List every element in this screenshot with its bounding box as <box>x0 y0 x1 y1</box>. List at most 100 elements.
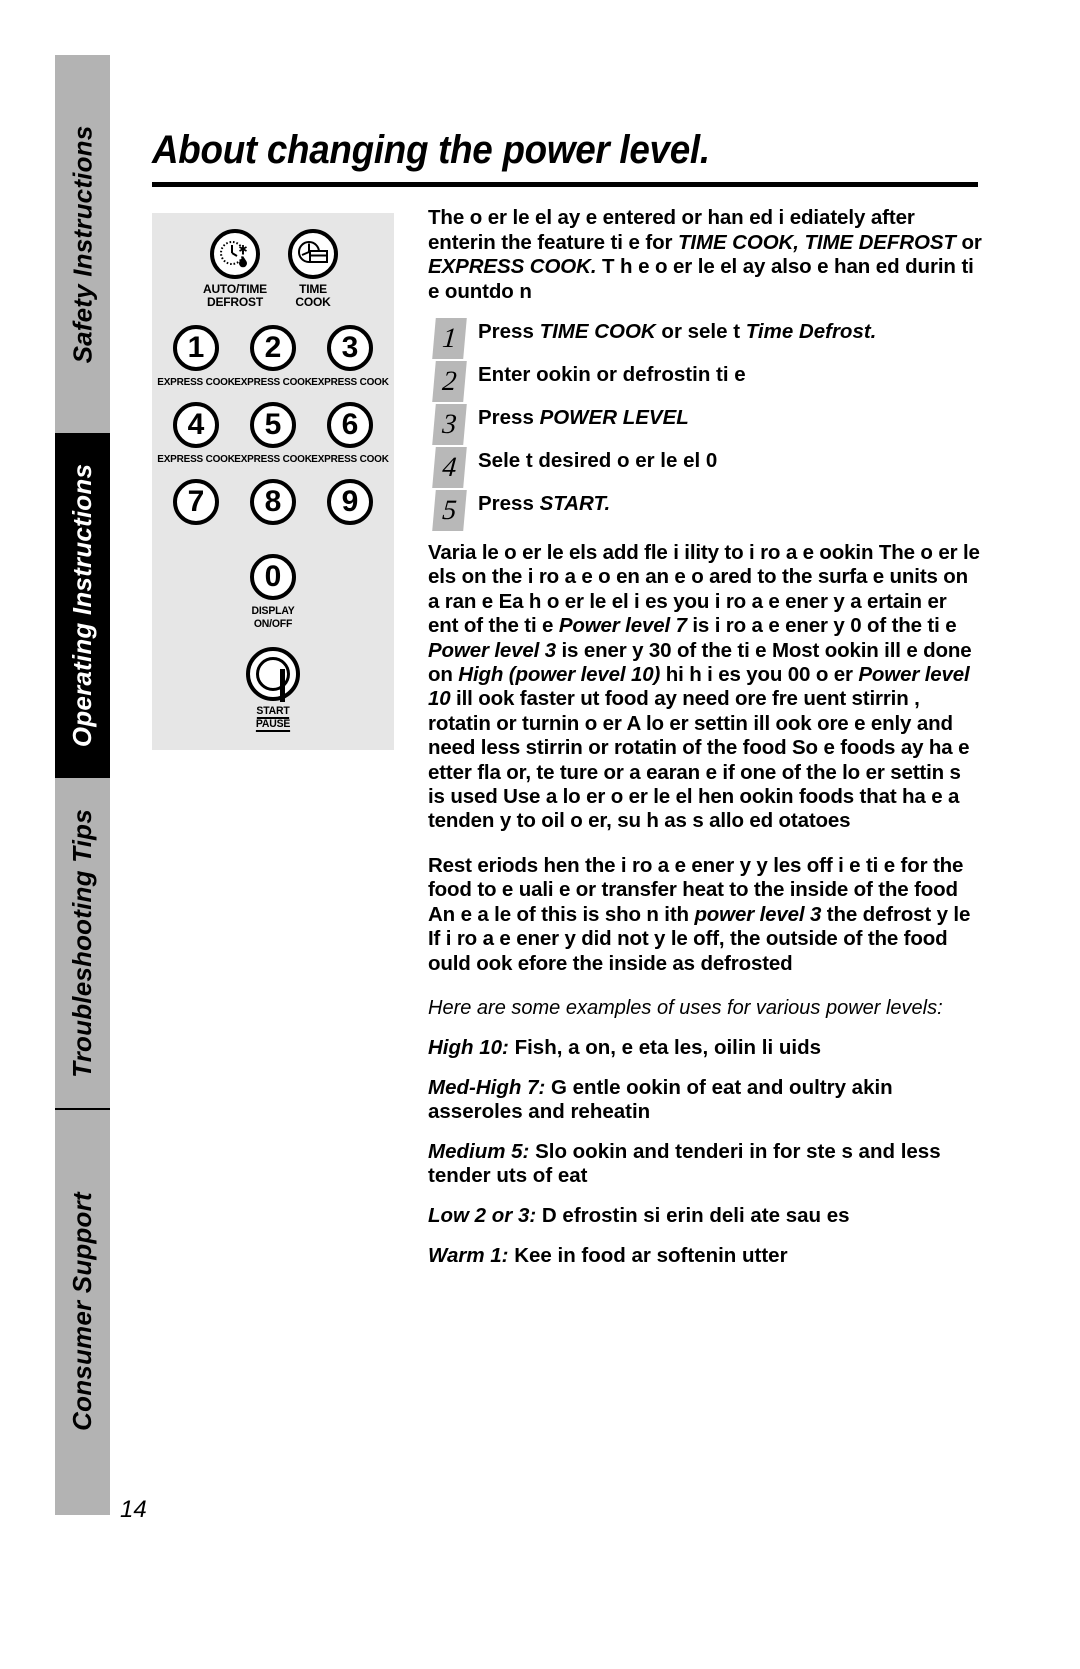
step-number: 4 <box>432 447 467 488</box>
example-item-medium: Medium 5: Slo ookin and tenderi in for s… <box>428 1140 982 1188</box>
step-em-1: START. <box>539 492 611 515</box>
power-start-icon <box>256 657 290 702</box>
express-cook-button-4[interactable]: 4 <box>173 402 219 448</box>
step-em-1: POWER LEVEL <box>539 406 689 429</box>
express-cook-button-1[interactable]: 1 <box>173 325 219 371</box>
step-seg-2: or sele t <box>655 320 746 343</box>
examples-intro-text: Here are some examples of uses for vario… <box>428 996 943 1019</box>
button-digit: 9 <box>341 485 359 518</box>
step-item: 4 Sele t desired o er le el 0 <box>428 447 982 488</box>
step-number: 1 <box>432 318 467 359</box>
express-cook-button-5[interactable]: 5 <box>250 402 296 448</box>
control-panel-illustration: AUTO/TIME DEFROST TIME COOK 1 EXPRESS CO… <box>152 213 394 750</box>
express-cook-caption-1: EXPRESS COOK <box>157 376 235 388</box>
button-digit: 1 <box>187 331 205 364</box>
time-cook-button[interactable] <box>288 229 338 279</box>
numbered-steps-list: 1 Press TIME COOK or sele t Time Defrost… <box>428 318 982 531</box>
caption-line-2: PAUSE <box>255 717 291 732</box>
example-item-med-high: Med-High 7: G entle ookin of eat and oul… <box>428 1076 982 1124</box>
caption-line-2: ON/OFF <box>253 617 293 630</box>
step-text: Press START. <box>478 490 982 515</box>
button-digit: 3 <box>341 331 359 364</box>
example-text: Kee in food ar softenin utter <box>508 1243 788 1267</box>
power-level-explanation-paragraph: Varia le o er le els add fle i ility to … <box>428 541 982 834</box>
button-digit: 2 <box>264 331 282 364</box>
example-item-high: High 10: Fish, a on, e eta les, oilin li… <box>428 1036 982 1060</box>
example-item-warm: Warm 1: Kee in food ar softenin utter <box>428 1244 982 1268</box>
start-pause-caption: START PAUSE <box>231 705 315 732</box>
button-digit: 6 <box>341 408 359 441</box>
example-label: Med-High 7: <box>428 1075 546 1099</box>
caption-line-1: START <box>256 705 290 719</box>
para1-seg-2: is i ro a e ener y 0 of the ti e <box>686 614 957 638</box>
button-digit: 8 <box>264 485 282 518</box>
step-seg-1: Press <box>478 320 540 343</box>
intro-paragraph: The o er le el ay e entered or han ed i … <box>428 206 982 304</box>
step-item: 5 Press START. <box>428 490 982 531</box>
para1-em-3: High (power level 10) <box>458 663 661 687</box>
step-seg-1: Press <box>478 492 540 515</box>
example-label: Low 2 or 3: <box>428 1203 537 1227</box>
display-on-off-button[interactable]: 0 <box>250 554 296 600</box>
example-label: Warm 1: <box>428 1243 509 1267</box>
example-item-low: Low 2 or 3: D efrostin si erin deli ate … <box>428 1204 982 1228</box>
caption-line-1: DISPLAY <box>251 605 295 617</box>
sidebar-item-troubleshooting-tips[interactable]: Troubleshooting Tips <box>55 778 110 1108</box>
sidebar-tab-strip: Safety Instructions Operating Instructio… <box>55 55 110 1515</box>
intro-em-1: TIME COOK, TIME DEFROST <box>677 230 956 254</box>
sidebar-item-operating-instructions[interactable]: Operating Instructions <box>55 433 110 778</box>
express-cook-button-3[interactable]: 3 <box>327 325 373 371</box>
express-cook-button-6[interactable]: 6 <box>327 402 373 448</box>
clock-snowflake-defrost-icon <box>220 241 247 268</box>
caption-line-1: TIME <box>299 282 327 296</box>
step-text: Enter ookin or defrostin ti e <box>478 361 982 386</box>
step-number: 5 <box>432 490 467 531</box>
caption-line-2: COOK <box>295 295 331 309</box>
express-cook-button-2[interactable]: 2 <box>250 325 296 371</box>
para1-seg-4: hi h i es you 00 o er <box>660 663 859 687</box>
page-title: About changing the power level. <box>152 128 710 172</box>
intro-em-2: EXPRESS COOK. <box>428 255 597 278</box>
number-button-7[interactable]: 7 <box>173 479 219 525</box>
example-label: Medium 5: <box>428 1139 530 1163</box>
para1-em-1: Power level 7 <box>558 614 687 638</box>
clock-dish-timecook-icon <box>298 241 328 263</box>
button-digit: 7 <box>187 485 205 518</box>
caption-line-2: DEFROST <box>207 295 263 309</box>
step-em-1: TIME COOK <box>539 320 656 343</box>
rest-periods-paragraph: Rest eriods hen the i ro a e ener y y le… <box>428 854 982 976</box>
express-cook-caption-6: EXPRESS COOK <box>311 453 389 465</box>
sidebar-item-consumer-support[interactable]: Consumer Support <box>55 1108 110 1515</box>
sidebar-item-label: Operating Instructions <box>67 463 98 748</box>
display-on-off-caption: DISPLAY ON/OFF <box>231 605 315 630</box>
start-pause-button[interactable] <box>246 647 300 702</box>
power-bar <box>280 669 285 702</box>
example-label: High 10: <box>428 1035 509 1059</box>
button-digit: 4 <box>187 408 205 441</box>
step-item: 1 Press TIME COOK or sele t Time Defrost… <box>428 318 982 359</box>
step-number: 2 <box>432 361 467 402</box>
sidebar-item-label: Troubleshooting Tips <box>67 808 97 1078</box>
para1-seg-5: ill ook faster ut food ay need ore fre u… <box>428 687 970 833</box>
step-number: 3 <box>432 404 467 445</box>
step-text: Sele t desired o er le el 0 <box>478 447 982 472</box>
title-divider <box>152 182 978 187</box>
step-seg-1: Enter ookin or defrostin ti e <box>478 363 746 386</box>
para1-em-2: Power level 3 <box>428 638 556 662</box>
page-number: 14 <box>120 1496 147 1523</box>
intro-seg-2: or <box>955 230 982 254</box>
step-seg-1: Press <box>478 406 540 429</box>
step-item: 2 Enter ookin or defrostin ti e <box>428 361 982 402</box>
express-cook-caption-2: EXPRESS COOK <box>234 376 312 388</box>
number-button-9[interactable]: 9 <box>327 479 373 525</box>
step-item: 3 Press POWER LEVEL <box>428 404 982 445</box>
auto-time-defrost-button[interactable] <box>210 229 260 279</box>
caption-line-1: AUTO/TIME <box>203 282 267 296</box>
sidebar-item-label: Safety Instructions <box>67 125 98 363</box>
express-cook-caption-5: EXPRESS COOK <box>234 453 312 465</box>
time-cook-caption: TIME COOK <box>278 283 348 309</box>
sidebar-item-safety-instructions[interactable]: Safety Instructions <box>55 55 110 433</box>
express-cook-caption-3: EXPRESS COOK <box>311 376 389 388</box>
example-text: Fish, a on, e eta les, oilin li uids <box>508 1035 821 1059</box>
number-button-8[interactable]: 8 <box>250 479 296 525</box>
